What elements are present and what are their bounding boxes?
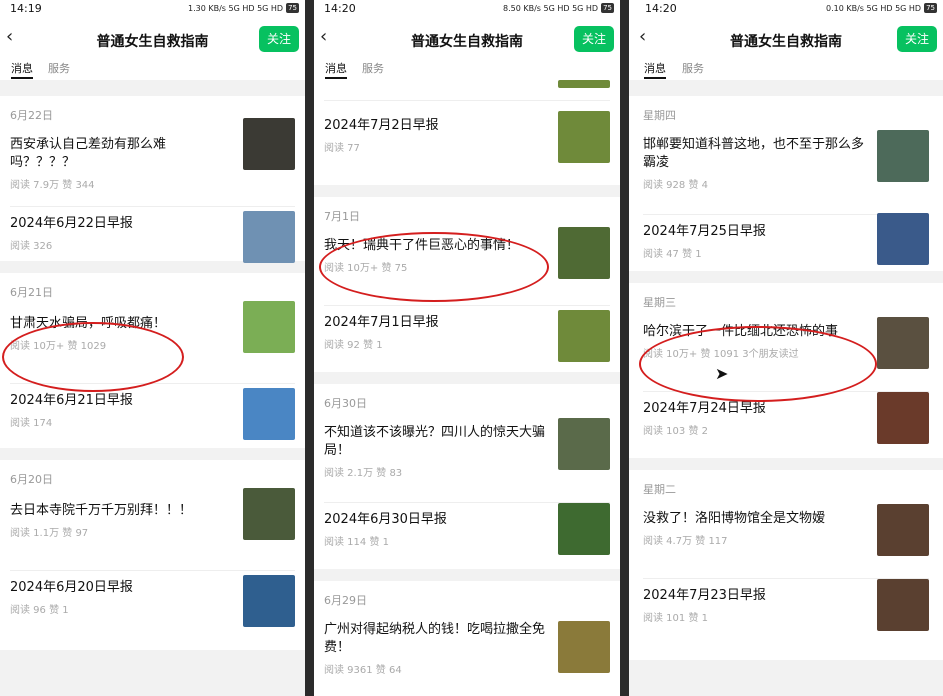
article-item[interactable]: 邯郸要知道科普这地，也不至于那么多霸凌 阅读 928 赞 4: [643, 130, 929, 214]
article-item[interactable]: 西安承认自己差劲有那么难吗？？？？ 阅读 7.9万 赞 344: [10, 118, 295, 206]
article-thumbnail: [243, 118, 295, 170]
follow-button[interactable]: 关注: [259, 26, 299, 52]
network-speed: 8.50 KB/s 5G HD 5G HD: [503, 3, 599, 13]
article-item[interactable]: 甘肃天水骗局，呼吸都痛！ 阅读 10万+ 赞 1029: [10, 301, 295, 383]
article-thumbnail: [877, 504, 929, 556]
page-title: 普通女生自救指南: [730, 34, 842, 50]
article-thumbnail: [243, 388, 295, 440]
article-thumbnail: [558, 310, 610, 362]
battery-icon: 75: [286, 3, 299, 13]
article-thumbnail: [243, 488, 295, 540]
phone-panel-2: 14:20 8.50 KB/s 5G HD 5G HD 75 ‹ 普通女生自救指南…: [314, 0, 620, 696]
tab-messages[interactable]: 消息: [11, 60, 33, 79]
date-section: 6月22日 西安承认自己差劲有那么难吗？？？？ 阅读 7.9万 赞 344 20…: [0, 96, 305, 263]
article-thumbnail: [243, 211, 295, 263]
date-section: 6月21日 甘肃天水骗局，呼吸都痛！ 阅读 10万+ 赞 1029 2024年6…: [0, 273, 305, 448]
article-item[interactable]: 没救了！洛阳博物馆全是文物嫒 阅读 4.7万 赞 117: [643, 504, 929, 578]
article-item[interactable]: 2024年7月23日早报 阅读 101 赞 1: [643, 578, 929, 647]
tab-services[interactable]: 服务: [362, 60, 384, 76]
article-thumbnail: [877, 213, 929, 265]
mouse-cursor-icon: ➤: [715, 364, 729, 383]
article-title: 广州对得起纳税人的钱！吃喝拉撒全免费！: [324, 622, 546, 655]
follow-button[interactable]: 关注: [897, 26, 937, 52]
tab-messages[interactable]: 消息: [644, 60, 666, 79]
status-bar: 14:19 1.30 KB/s 5G HD 5G HD 75: [0, 0, 305, 20]
article-title: 西安承认自己差劲有那么难吗？？？？: [10, 137, 167, 170]
article-thumbnail: [243, 301, 295, 353]
article-thumbnail: [877, 392, 929, 444]
tab-services[interactable]: 服务: [682, 60, 704, 76]
phone-panel-1: 14:19 1.30 KB/s 5G HD 5G HD 75 ‹ 普通女生自救指南…: [0, 0, 305, 696]
tab-bar: 消息 服务: [0, 60, 305, 80]
article-thumbnail: [558, 418, 610, 470]
date-section: 6月20日 去日本寺院千万千万别拜！！！ 阅读 1.1万 赞 97 2024年6…: [0, 460, 305, 650]
article-thumbnail: [558, 227, 610, 279]
header: ‹ 普通女生自救指南 关注: [629, 20, 943, 60]
article-item[interactable]: 2024年6月21日早报 阅读 174: [10, 383, 295, 452]
article-meta: 阅读 7.9万 赞 344: [10, 180, 95, 191]
article-thumbnail: [877, 579, 929, 631]
article-thumbnail: [243, 575, 295, 627]
article-item[interactable]: 我天！瑞典干了件巨恶心的事情！ 阅读 10万+ 赞 75: [324, 227, 610, 305]
article-item[interactable]: 2024年6月30日早报 阅读 114 赞 1: [324, 502, 610, 567]
date-section: 2024年7月2日早报 阅读 77: [314, 80, 620, 185]
date-section: 星期二 没救了！洛阳博物馆全是文物嫒 阅读 4.7万 赞 117 2024年7月…: [629, 470, 943, 660]
network-speed: 1.30 KB/s 5G HD 5G HD: [188, 3, 284, 13]
tab-messages[interactable]: 消息: [325, 60, 347, 79]
tab-services[interactable]: 服务: [48, 60, 70, 76]
article-item[interactable]: 2024年7月2日早报 阅读 77: [324, 100, 610, 177]
status-icons: 8.50 KB/s 5G HD 5G HD 75: [503, 3, 614, 13]
article-thumbnail: [558, 80, 610, 88]
article-item[interactable]: 2024年7月1日早报 阅读 92 赞 1: [324, 305, 610, 374]
article-thumbnail: [877, 317, 929, 369]
article-thumbnail: [558, 621, 610, 673]
tab-bar: 消息 服务: [629, 60, 943, 80]
status-time: 14:20: [324, 2, 356, 15]
article-item[interactable]: 2024年6月20日早报 阅读 96 赞 1: [10, 570, 295, 639]
status-icons: 0.10 KB/s 5G HD 5G HD 75: [826, 3, 937, 13]
article-item[interactable]: 2024年7月25日早报 阅读 47 赞 1: [643, 213, 929, 273]
article-thumbnail: [558, 111, 610, 163]
date-section: 7月1日 我天！瑞典干了件巨恶心的事情！ 阅读 10万+ 赞 75 2024年7…: [314, 197, 620, 372]
tab-bar: 消息 服务: [314, 60, 620, 80]
status-time: 14:19: [10, 2, 42, 15]
article-title: 不知道该不该曝光？四川人的惊天大骗局！: [324, 425, 546, 458]
header: ‹ 普通女生自救指南 关注: [0, 20, 305, 60]
article-item[interactable]: 2024年7月24日早报 阅读 103 赞 2: [643, 391, 929, 460]
header: ‹ 普通女生自救指南 关注: [314, 20, 620, 60]
date-label: 6月29日: [324, 594, 367, 607]
article-thumbnail: [558, 503, 610, 555]
battery-icon: 75: [601, 3, 614, 13]
article-item[interactable]: 去日本寺院千万千万别拜！！！ 阅读 1.1万 赞 97: [10, 488, 295, 570]
battery-icon: 75: [924, 3, 937, 13]
date-section: 6月30日 不知道该不该曝光？四川人的惊天大骗局！ 阅读 2.1万 赞 83 2…: [314, 384, 620, 569]
article-thumbnail: [877, 130, 929, 182]
article-item[interactable]: 哈尔滨干了一件比缅北还恐怖的事 阅读 10万+ 赞 1091 3个朋友读过: [643, 317, 929, 391]
status-icons: 1.30 KB/s 5G HD 5G HD 75: [188, 3, 299, 13]
date-section: 星期四 邯郸要知道科普这地，也不至于那么多霸凌 阅读 928 赞 4 2024年…: [629, 96, 943, 271]
article-item[interactable]: 2024年6月22日早报 阅读 326: [10, 206, 295, 275]
article-title: 邯郸要知道科普这地，也不至于那么多霸凌: [643, 137, 865, 170]
follow-button[interactable]: 关注: [574, 26, 614, 52]
date-section: 6月29日 广州对得起纳税人的钱！吃喝拉撒全免费！ 阅读 9361 赞 64: [314, 581, 620, 696]
status-bar: 14:20 8.50 KB/s 5G HD 5G HD 75: [314, 0, 620, 20]
status-time: 14:20: [645, 2, 677, 15]
status-bar: 14:20 0.10 KB/s 5G HD 5G HD 75: [629, 0, 943, 20]
date-section: 星期三 哈尔滨干了一件比缅北还恐怖的事 阅读 10万+ 赞 1091 3个朋友读…: [629, 283, 943, 458]
network-speed: 0.10 KB/s 5G HD 5G HD: [826, 3, 922, 13]
phone-panel-3: 14:20 0.10 KB/s 5G HD 5G HD 75 ‹ 普通女生自救指南…: [629, 0, 943, 696]
article-item[interactable]: 不知道该不该曝光？四川人的惊天大骗局！ 阅读 2.1万 赞 83: [324, 418, 610, 502]
article-item[interactable]: 广州对得起纳税人的钱！吃喝拉撒全免费！ 阅读 9361 赞 64: [324, 621, 610, 691]
